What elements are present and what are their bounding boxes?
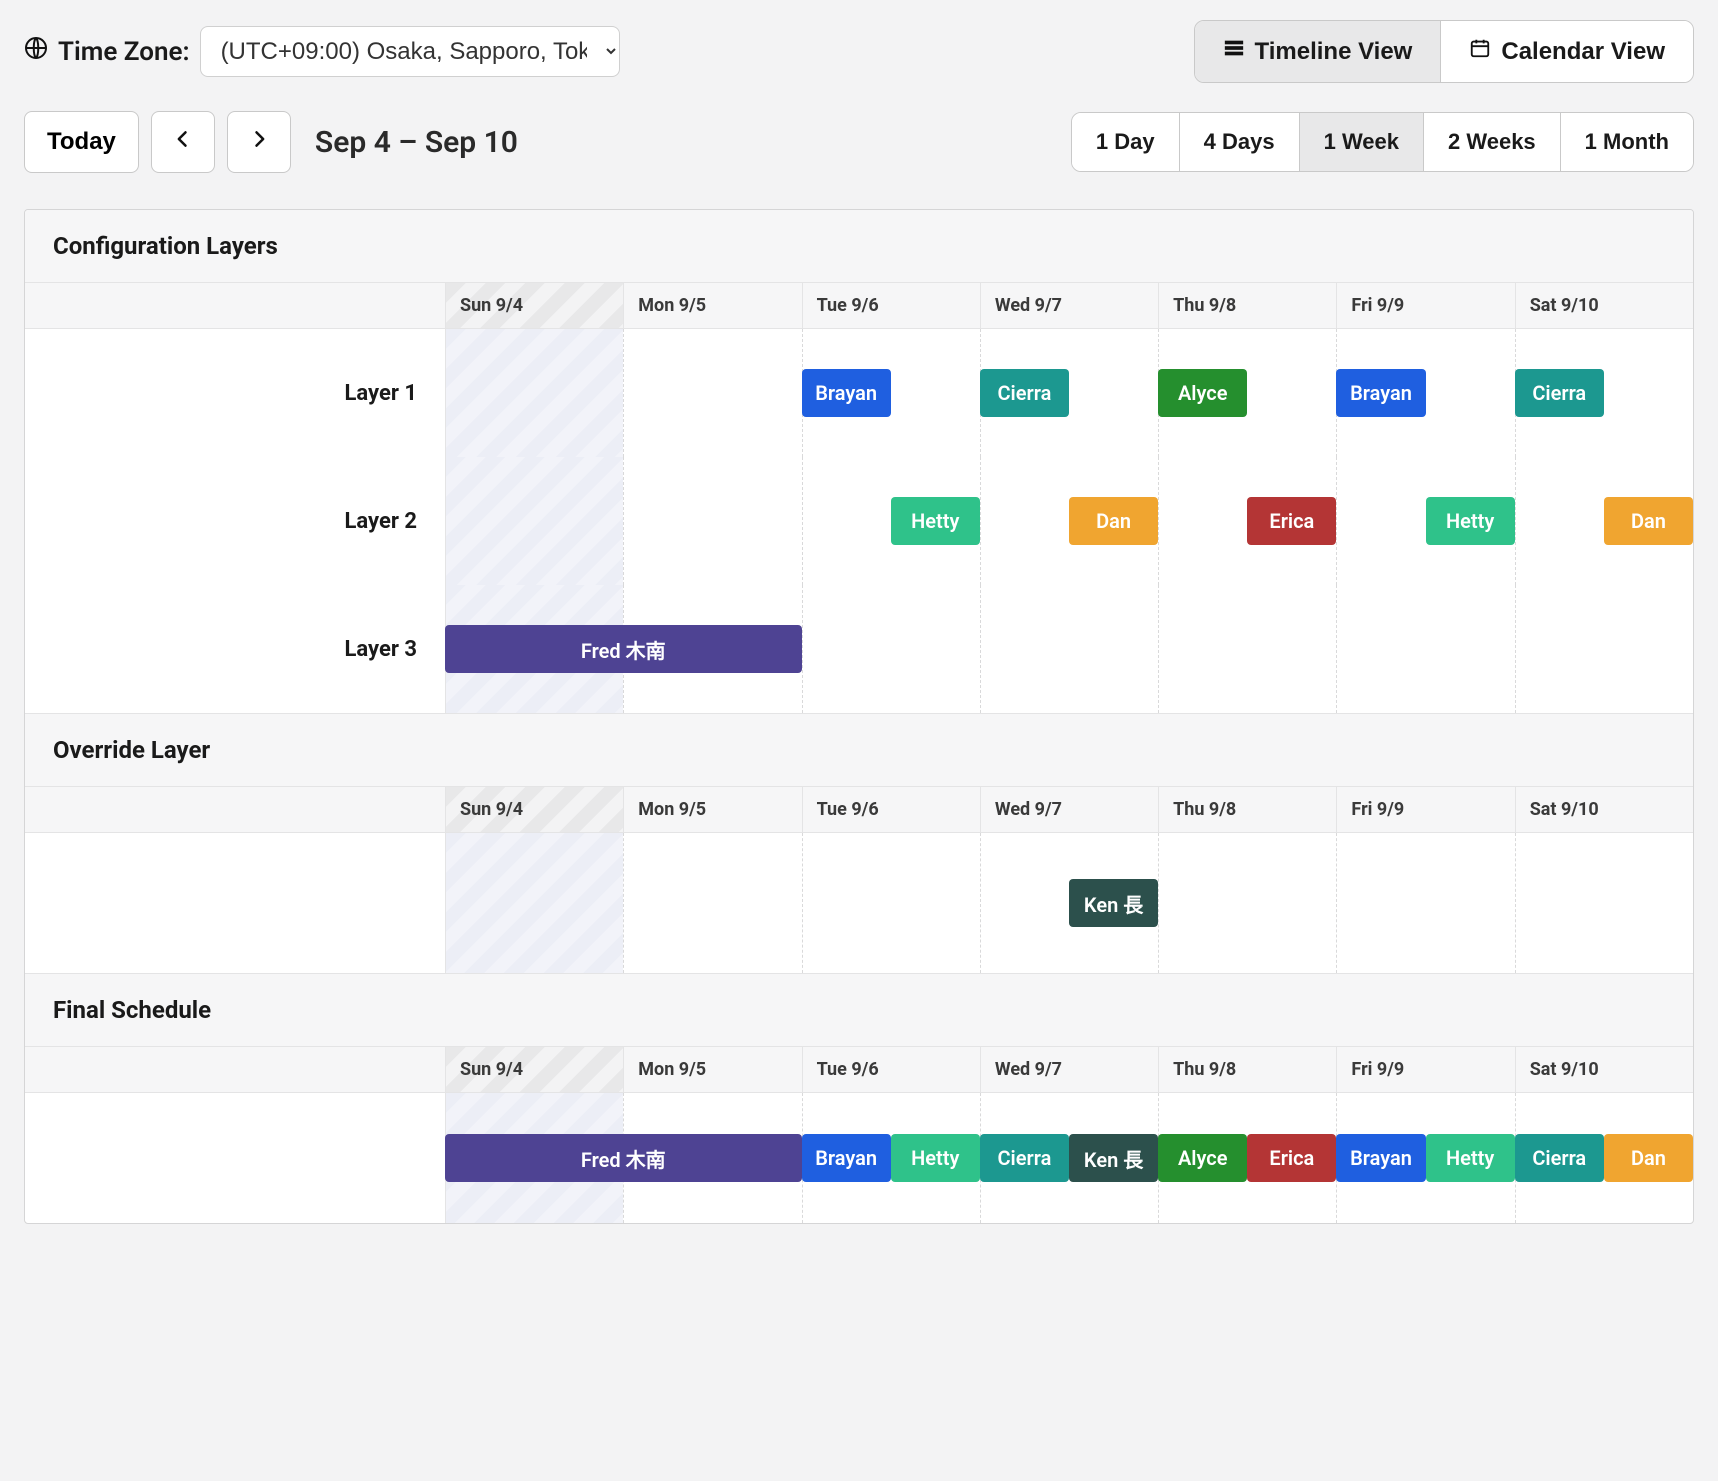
grid-cell xyxy=(623,833,801,973)
globe-icon xyxy=(24,36,48,67)
timeline-view-button[interactable]: Timeline View xyxy=(1195,21,1441,82)
section-final-schedule: Final Schedule xyxy=(25,973,1693,1047)
day-header: Tue 9/6 xyxy=(802,283,980,328)
prev-button[interactable] xyxy=(151,111,215,173)
event-block[interactable]: Alyce xyxy=(1158,1134,1247,1182)
event-block[interactable]: Ken 長 xyxy=(1069,1134,1158,1182)
section-config-layers: Configuration Layers xyxy=(25,210,1693,283)
range-1-day[interactable]: 1 Day xyxy=(1072,113,1179,171)
grid-cell xyxy=(1515,585,1693,713)
event-block[interactable]: Dan xyxy=(1604,497,1693,545)
day-header: Fri 9/9 xyxy=(1336,787,1514,832)
day-header: Mon 9/5 xyxy=(623,283,801,328)
event-block[interactable]: Erica xyxy=(1247,497,1336,545)
calendar-icon xyxy=(1469,37,1491,66)
range-toggle: 1 Day4 Days1 Week2 Weeks1 Month xyxy=(1071,112,1694,172)
grid-cell xyxy=(1158,585,1336,713)
event-block[interactable]: Brayan xyxy=(1336,1134,1425,1182)
next-button[interactable] xyxy=(227,111,291,173)
event-block[interactable]: Cierra xyxy=(980,1134,1069,1182)
row-label: Layer 2 xyxy=(25,457,445,585)
event-block[interactable]: Hetty xyxy=(891,1134,980,1182)
day-header: Sat 9/10 xyxy=(1515,787,1693,832)
range-4-days[interactable]: 4 Days xyxy=(1179,113,1299,171)
time-zone-label: Time Zone: xyxy=(58,37,190,67)
grid-cell xyxy=(1158,833,1336,973)
range-1-week[interactable]: 1 Week xyxy=(1299,113,1423,171)
event-block[interactable]: Alyce xyxy=(1158,369,1247,417)
day-header: Sun 9/4 xyxy=(445,283,623,328)
event-block[interactable]: Cierra xyxy=(1515,369,1604,417)
event-block[interactable]: Brayan xyxy=(802,369,891,417)
grid-cell xyxy=(802,833,980,973)
view-toggle: Timeline View Calendar View xyxy=(1194,20,1695,83)
event-block[interactable]: Erica xyxy=(1247,1134,1336,1182)
grid-cell xyxy=(802,585,980,713)
grid-cell xyxy=(623,457,801,585)
event-block[interactable]: Hetty xyxy=(1426,497,1515,545)
calendar-view-button[interactable]: Calendar View xyxy=(1440,21,1693,82)
grid-cell xyxy=(445,833,623,973)
event-block[interactable]: Fred 木南 xyxy=(445,625,802,673)
row-label: Layer 3 xyxy=(25,585,445,713)
range-2-weeks[interactable]: 2 Weeks xyxy=(1423,113,1560,171)
day-header: Tue 9/6 xyxy=(802,1047,980,1092)
day-header: Mon 9/5 xyxy=(623,1047,801,1092)
arrow-right-icon xyxy=(249,128,269,156)
event-block[interactable]: Brayan xyxy=(1336,369,1425,417)
day-header: Wed 9/7 xyxy=(980,1047,1158,1092)
event-block[interactable]: Cierra xyxy=(1515,1134,1604,1182)
day-header: Thu 9/8 xyxy=(1158,283,1336,328)
day-header: Fri 9/9 xyxy=(1336,1047,1514,1092)
day-header: Tue 9/6 xyxy=(802,787,980,832)
event-block[interactable]: Brayan xyxy=(802,1134,891,1182)
event-block[interactable]: Fred 木南 xyxy=(445,1134,802,1182)
row-label xyxy=(25,1093,445,1223)
today-button[interactable]: Today xyxy=(24,111,139,173)
day-header: Wed 9/7 xyxy=(980,283,1158,328)
grid-cell xyxy=(445,329,623,457)
grid-cell xyxy=(1336,833,1514,973)
event-block[interactable]: Dan xyxy=(1069,497,1158,545)
grid-cell xyxy=(1515,833,1693,973)
range-1-month[interactable]: 1 Month xyxy=(1560,113,1693,171)
row-label: Layer 1 xyxy=(25,329,445,457)
day-header: Sat 9/10 xyxy=(1515,283,1693,328)
day-header: Sat 9/10 xyxy=(1515,1047,1693,1092)
day-header: Fri 9/9 xyxy=(1336,283,1514,328)
event-block[interactable]: Hetty xyxy=(1426,1134,1515,1182)
date-range-label: Sep 4 – Sep 10 xyxy=(315,125,518,160)
event-block[interactable]: Hetty xyxy=(891,497,980,545)
timeline-view-label: Timeline View xyxy=(1255,38,1413,66)
time-zone-group: Time Zone: (UTC+09:00) Osaka, Sapporo, T… xyxy=(24,26,620,77)
arrow-left-icon xyxy=(173,128,193,156)
grid-cell xyxy=(623,329,801,457)
day-header: Mon 9/5 xyxy=(623,787,801,832)
day-header: Thu 9/8 xyxy=(1158,1047,1336,1092)
event-block[interactable]: Dan xyxy=(1604,1134,1693,1182)
section-override-layer: Override Layer xyxy=(25,713,1693,787)
day-header: Sun 9/4 xyxy=(445,1047,623,1092)
grid-cell xyxy=(980,585,1158,713)
day-header: Sun 9/4 xyxy=(445,787,623,832)
grid-cell xyxy=(1336,585,1514,713)
calendar-view-label: Calendar View xyxy=(1501,38,1665,66)
timeline-icon xyxy=(1223,37,1245,66)
row-label xyxy=(25,833,445,973)
schedule-panel: Configuration Layers Sun 9/4Mon 9/5Tue 9… xyxy=(24,209,1694,1224)
day-header: Wed 9/7 xyxy=(980,787,1158,832)
event-block[interactable]: Ken 長 xyxy=(1069,879,1158,927)
time-zone-select[interactable]: (UTC+09:00) Osaka, Sapporo, Tokyo xyxy=(200,26,620,77)
event-block[interactable]: Cierra xyxy=(980,369,1069,417)
day-header: Thu 9/8 xyxy=(1158,787,1336,832)
grid-cell xyxy=(445,457,623,585)
